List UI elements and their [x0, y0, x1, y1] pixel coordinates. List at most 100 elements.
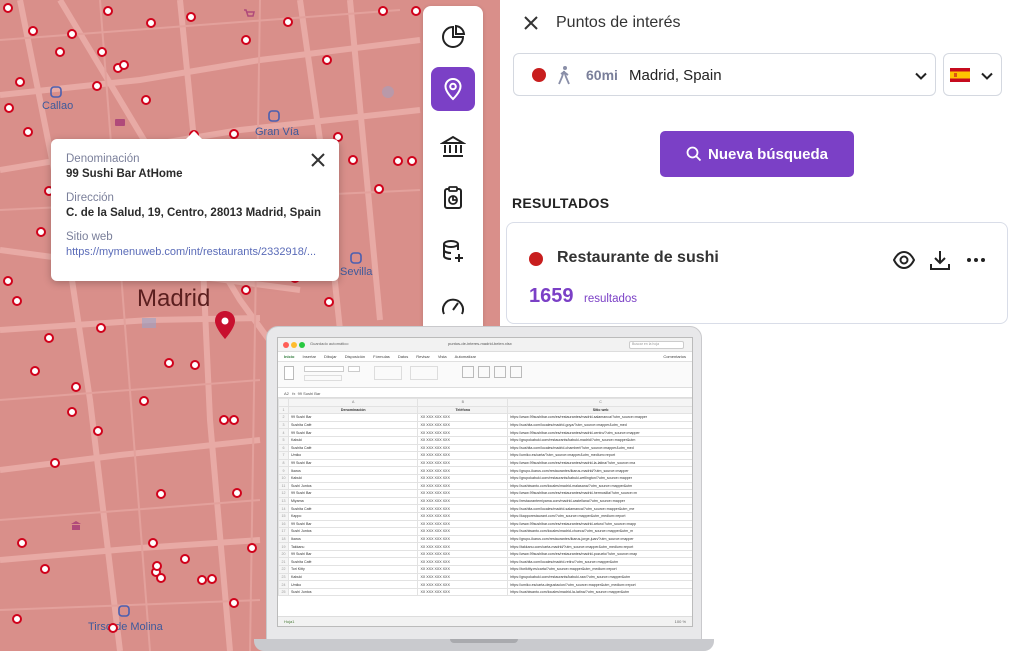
poi-marker[interactable]: [92, 81, 102, 91]
poi-marker[interactable]: [93, 426, 103, 436]
table-row: 3 Sushita Café XX XXX XXX XXX https://sushi…: [278, 420, 692, 430]
poi-marker[interactable]: [146, 18, 156, 28]
poi-marker[interactable]: [67, 407, 77, 417]
poi-marker[interactable]: [96, 323, 106, 333]
poi-marker[interactable]: [197, 575, 207, 585]
map-label-tirso-de-molina: Tirso de Molina: [88, 621, 163, 633]
table-row: 10 Kabuki XX XXX XXX XXX https://grupokabuk…: [278, 473, 692, 483]
poi-marker[interactable]: [55, 47, 65, 57]
poi-marker[interactable]: [229, 129, 239, 139]
reports-button[interactable]: [431, 176, 475, 220]
poi-marker[interactable]: [152, 561, 162, 571]
spreadsheet-menu-item: Inicio: [284, 354, 295, 359]
zoom-level: 100 %: [674, 619, 686, 624]
poi-marker[interactable]: [229, 598, 239, 608]
banks-button[interactable]: [431, 125, 475, 169]
poi-marker[interactable]: [40, 564, 50, 574]
map-label-sevilla: Sevilla: [340, 266, 373, 278]
camera-icon: [115, 119, 125, 126]
poi-marker[interactable]: [36, 227, 46, 237]
poi-marker[interactable]: [229, 415, 239, 425]
location-pin-icon: [444, 77, 462, 101]
location-name: Madrid, Spain: [629, 67, 722, 84]
poi-marker[interactable]: [3, 276, 13, 286]
poi-marker[interactable]: [141, 95, 151, 105]
poi-marker[interactable]: [119, 60, 129, 70]
poi-marker[interactable]: [97, 47, 107, 57]
selected-location-pin-icon[interactable]: [214, 310, 236, 340]
poi-marker[interactable]: [241, 35, 251, 45]
eye-icon[interactable]: [893, 249, 915, 271]
poi-marker[interactable]: [28, 26, 38, 36]
shopping-cart-icon: [244, 9, 255, 17]
spreadsheet-menu-item: Automatizar: [454, 354, 476, 359]
poi-marker[interactable]: [148, 538, 158, 548]
website-link[interactable]: https://mymenuweb.com/int/restaurants/23…: [66, 246, 326, 258]
poi-marker[interactable]: [207, 574, 217, 584]
poi-marker[interactable]: [283, 17, 293, 27]
category-color-dot: [529, 252, 543, 266]
speed-button[interactable]: [431, 285, 475, 329]
poi-marker[interactable]: [108, 623, 118, 633]
table-row: 11 Sushi Juntos XX XXX XXX XXX https://sush…: [278, 481, 692, 491]
address-value: C. de la Salud, 19, Centro, 28013 Madrid…: [66, 207, 321, 219]
analytics-button[interactable]: [431, 15, 475, 59]
poi-marker[interactable]: [3, 3, 13, 13]
poi-marker[interactable]: [348, 155, 358, 165]
poi-marker[interactable]: [186, 12, 196, 22]
poi-marker[interactable]: [180, 554, 190, 564]
poi-marker[interactable]: [393, 156, 403, 166]
poi-marker[interactable]: [241, 285, 251, 295]
city-label: Madrid: [137, 285, 211, 312]
chevron-down-icon: [981, 72, 993, 80]
poi-marker[interactable]: [44, 333, 54, 343]
map-label-gran-via: Gran Vía: [255, 126, 300, 138]
close-icon[interactable]: [309, 151, 327, 169]
poi-marker[interactable]: [411, 6, 421, 16]
sheet-tab: Hoja1: [284, 619, 295, 624]
poi-marker[interactable]: [12, 614, 22, 624]
download-icon[interactable]: [929, 249, 951, 271]
poi-marker[interactable]: [71, 382, 81, 392]
poi-marker[interactable]: [23, 127, 33, 137]
map-toolbar: [423, 6, 483, 336]
table-row: 21 Sushita Café XX XXX XXX XXX https://sush…: [278, 557, 692, 567]
poi-marker[interactable]: [322, 55, 332, 65]
name-label: Denominación: [66, 153, 140, 165]
more-options-icon[interactable]: [965, 249, 987, 271]
poi-marker[interactable]: [103, 6, 113, 16]
clipboard-chart-icon: [444, 186, 462, 209]
location-selector[interactable]: 60mi Madrid, Spain: [513, 53, 936, 96]
poi-marker[interactable]: [4, 103, 14, 113]
add-data-button[interactable]: [431, 229, 475, 273]
poi-marker[interactable]: [156, 573, 166, 583]
poi-marker[interactable]: [190, 360, 200, 370]
poi-marker[interactable]: [407, 156, 417, 166]
country-selector[interactable]: [943, 53, 1002, 96]
result-card[interactable]: Restaurante de sushi 1659 resultados: [506, 222, 1008, 324]
poi-marker[interactable]: [374, 184, 384, 194]
poi-marker[interactable]: [17, 538, 27, 548]
spain-flag-icon: [950, 68, 970, 82]
poi-marker[interactable]: [378, 6, 388, 16]
metro-icon: [350, 252, 362, 264]
poi-marker[interactable]: [15, 77, 25, 87]
new-search-button[interactable]: Nueva búsqueda: [660, 131, 854, 177]
poi-marker[interactable]: [164, 358, 174, 368]
address-label: Dirección: [66, 192, 114, 204]
close-panel-icon[interactable]: [522, 14, 540, 32]
poi-marker[interactable]: [156, 489, 166, 499]
poi-marker[interactable]: [30, 366, 40, 376]
formula-value: 99 Sushi Bar: [297, 391, 321, 396]
points-of-interest-button[interactable]: [431, 67, 475, 111]
poi-marker[interactable]: [324, 297, 334, 307]
poi-marker[interactable]: [219, 415, 229, 425]
spreadsheet-titlebar: Guardado automático puntos-de-interes-ma…: [278, 338, 692, 352]
poi-marker[interactable]: [67, 29, 77, 39]
laptop-illustration: Guardado automático puntos-de-interes-ma…: [254, 326, 714, 651]
table-row: 4 99 Sushi Bar XX XXX XXX XXX https://www.9…: [278, 428, 692, 437]
poi-marker[interactable]: [12, 296, 22, 306]
poi-marker[interactable]: [50, 458, 60, 468]
poi-marker[interactable]: [232, 488, 242, 498]
poi-marker[interactable]: [139, 396, 149, 406]
